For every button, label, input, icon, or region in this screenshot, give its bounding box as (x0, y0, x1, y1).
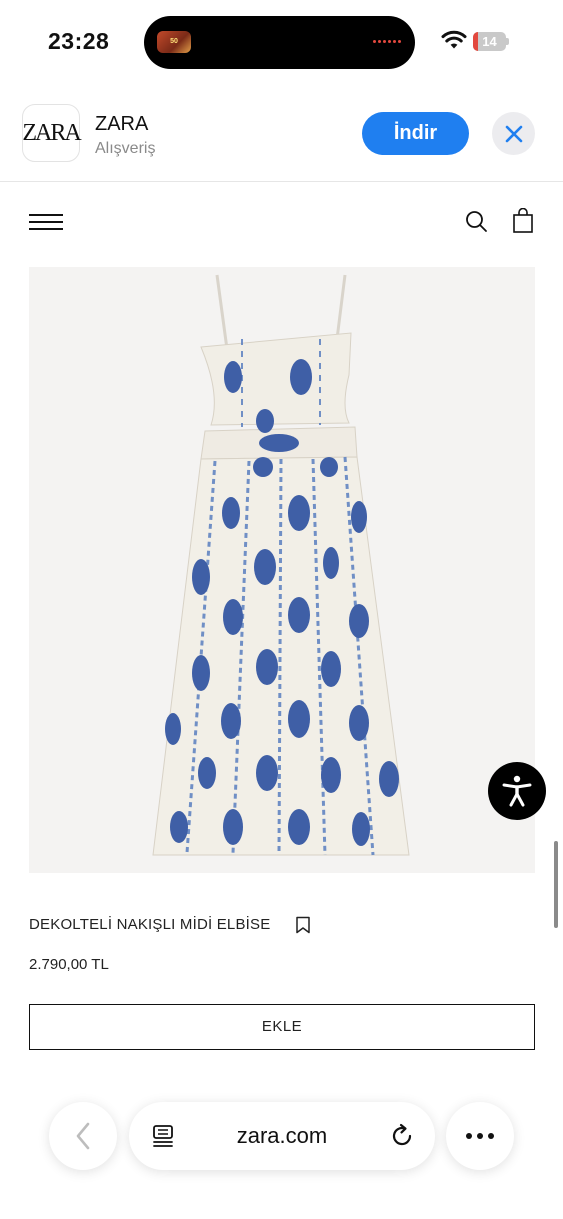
wifi-icon (441, 30, 467, 49)
address-bar[interactable]: zara.com (129, 1102, 435, 1170)
dynamic-island[interactable]: 50 BÖLÜM (144, 16, 415, 69)
download-app-button[interactable]: İndir (362, 112, 469, 155)
site-header (0, 183, 563, 263)
search-icon[interactable] (464, 209, 488, 233)
status-time: 23:28 (48, 28, 110, 54)
product-price: 2.790,00 TL (29, 956, 109, 973)
reload-icon[interactable] (389, 1123, 415, 1149)
close-icon (505, 125, 522, 142)
battery-icon: 14 (473, 32, 509, 51)
audio-waveform-icon (373, 40, 401, 43)
bookmark-icon[interactable] (295, 916, 311, 934)
accessibility-icon (502, 775, 532, 807)
close-banner-button[interactable] (492, 112, 535, 155)
status-bar: 23:28 50 BÖLÜM 14 (0, 0, 563, 86)
zara-app-icon[interactable]: ZARA (22, 104, 82, 162)
app-category: Alışveriş (95, 140, 156, 157)
product-title[interactable]: DEKOLTELİ NAKIŞLI MİDİ ELBİSE (29, 916, 270, 933)
shopping-bag-icon[interactable] (511, 208, 535, 234)
now-playing-thumbnail: 50 BÖLÜM (157, 31, 191, 53)
back-icon (76, 1122, 90, 1150)
scroll-indicator[interactable] (554, 841, 558, 928)
browser-toolbar: zara.com (0, 1090, 563, 1219)
add-to-cart-button[interactable]: EKLE (29, 1004, 535, 1050)
dress-illustration (152, 274, 410, 856)
app-icon-logo: ZARA (22, 119, 81, 146)
battery-level: 14 (482, 34, 497, 49)
product-image[interactable] (29, 267, 535, 873)
smart-app-banner: ZARA ZARA Alışveriş İndir (0, 86, 563, 182)
accessibility-button[interactable] (488, 762, 546, 820)
menu-icon[interactable] (29, 213, 63, 231)
more-icon (466, 1133, 494, 1139)
more-button[interactable] (446, 1102, 514, 1170)
app-name: ZARA (95, 113, 149, 135)
back-button[interactable] (49, 1102, 117, 1170)
